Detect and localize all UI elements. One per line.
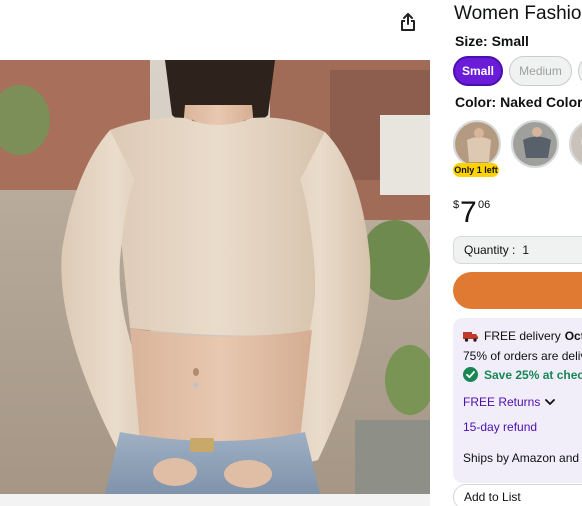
quantity-value: 1 <box>522 243 530 257</box>
size-option-next[interactable] <box>578 56 582 86</box>
price-fraction: 06 <box>478 199 491 211</box>
product-detail-pane: Women Fashio Size: Small Small Medium Co… <box>430 0 582 506</box>
swatch-image <box>455 122 499 166</box>
image-top-strip <box>0 0 430 60</box>
color-swatch-grey[interactable] <box>511 120 559 168</box>
size-label: Size: Small <box>455 33 529 49</box>
price-whole: 7 <box>460 196 477 229</box>
size-label-text: Size: <box>455 33 488 49</box>
color-swatch-next[interactable] <box>569 120 582 168</box>
delivery-card: FREE delivery Octo 75% of orders are del… <box>453 318 582 483</box>
free-returns-text: FREE Returns <box>463 395 541 409</box>
product-image-pane <box>0 0 430 506</box>
stock-badge: Only 1 left <box>453 163 499 177</box>
refund-link[interactable]: 15-day refund <box>463 420 537 434</box>
delivery-stat: 75% of orders are deliv <box>463 349 582 363</box>
promo-line[interactable]: Save 25% at check <box>463 367 582 382</box>
delivery-line: FREE delivery Octo <box>463 329 582 343</box>
swatch-image <box>571 122 582 166</box>
color-swatch-naked[interactable] <box>453 120 501 168</box>
add-to-list-button[interactable]: Add to List <box>453 484 582 506</box>
quantity-label: Quantity : <box>464 243 516 257</box>
quantity-selector[interactable]: Quantity : 1 <box>453 236 582 264</box>
price-currency: $ <box>453 199 460 211</box>
chevron-down-icon <box>545 398 556 406</box>
share-icon <box>399 12 417 32</box>
product-photo[interactable] <box>0 60 430 494</box>
promo-text: Save 25% at check <box>484 367 582 382</box>
share-button[interactable] <box>396 10 420 34</box>
free-returns-link[interactable]: FREE Returns <box>463 395 556 409</box>
check-circle-icon <box>463 367 478 382</box>
add-to-cart-button[interactable] <box>453 272 582 309</box>
ships-by-text: Ships by Amazon and s <box>463 451 582 465</box>
delivery-date: Octo <box>564 329 582 343</box>
product-title[interactable]: Women Fashio <box>454 3 581 25</box>
size-option-medium[interactable]: Medium <box>509 56 572 86</box>
truck-icon <box>463 330 479 342</box>
swatch-image <box>513 122 557 166</box>
color-label: Color: Naked Color <box>455 94 582 110</box>
size-selected-value: Small <box>491 33 529 49</box>
size-option-small[interactable]: Small <box>453 56 503 86</box>
image-bottom-strip <box>0 494 430 506</box>
delivery-free-text: FREE delivery <box>484 329 561 343</box>
